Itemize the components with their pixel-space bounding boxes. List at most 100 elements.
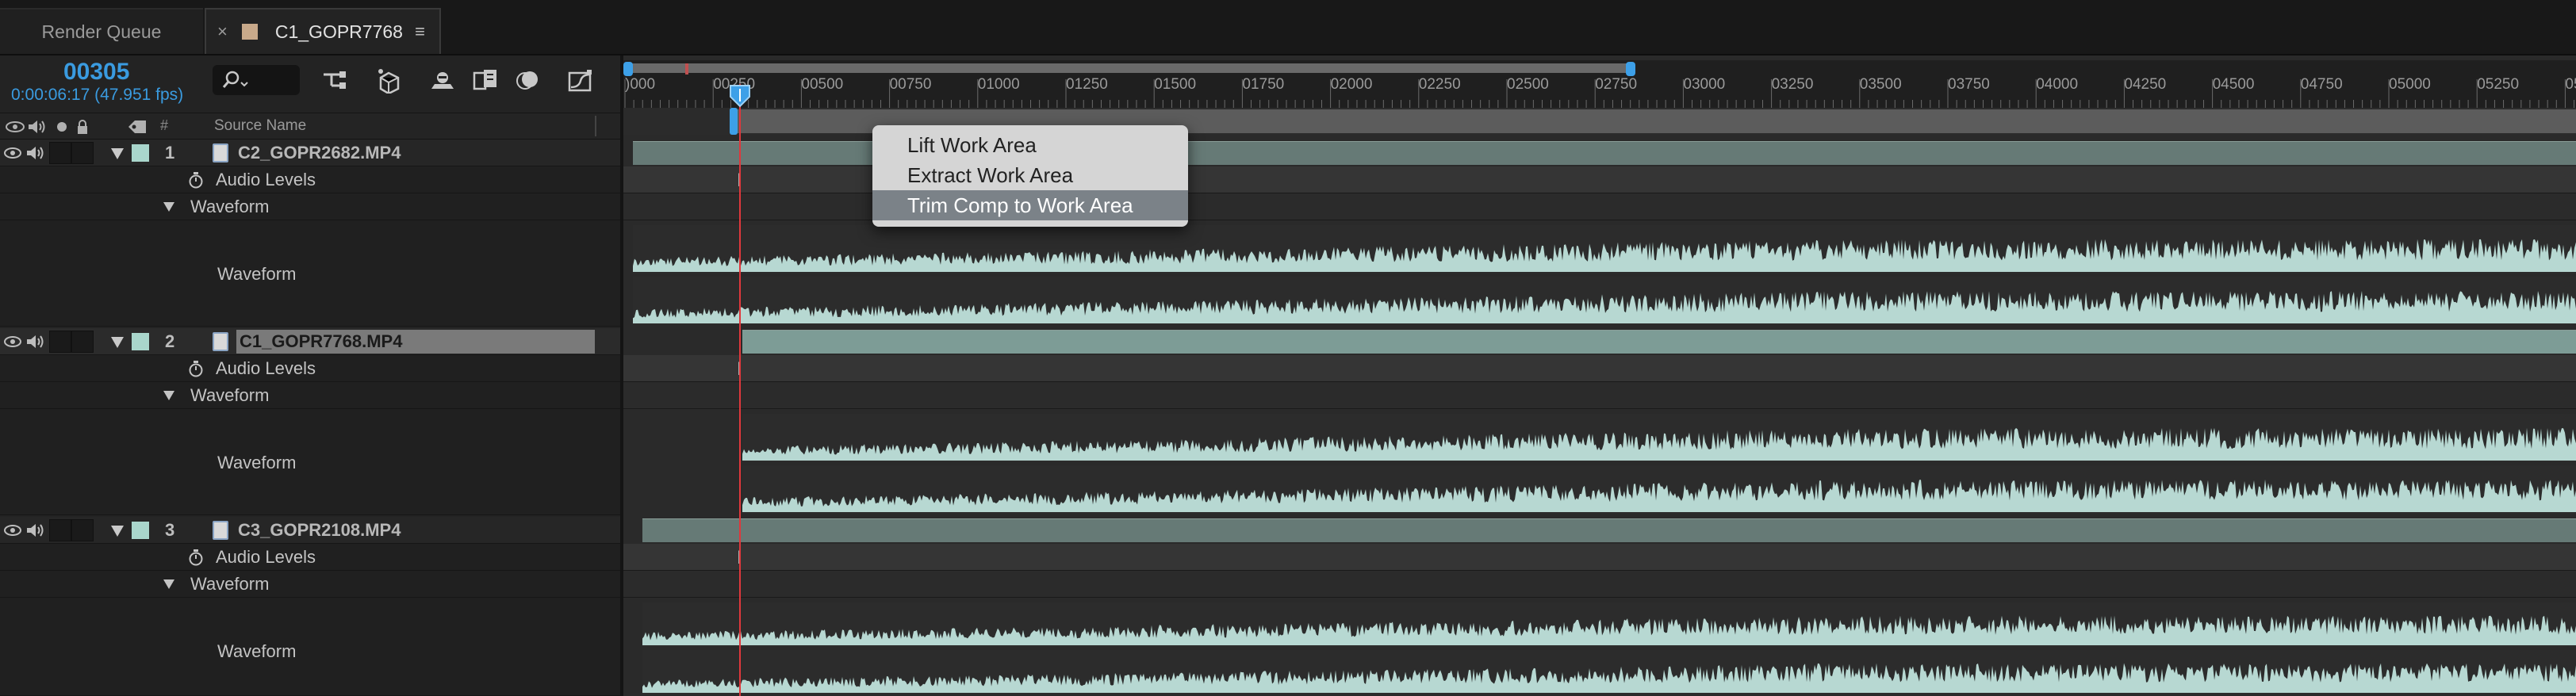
- expand-triangle-icon[interactable]: [111, 148, 124, 159]
- label-tag-header-icon: [128, 120, 146, 133]
- column-number-header[interactable]: #: [160, 117, 168, 134]
- column-divider[interactable]: [595, 116, 596, 136]
- draft-3d-icon[interactable]: [374, 67, 403, 94]
- waveform-property-row: [0, 598, 620, 696]
- current-time-frame[interactable]: 00305: [63, 59, 129, 86]
- expand-triangle-icon[interactable]: [111, 526, 124, 537]
- property-group-label-waveform: Waveform: [190, 197, 270, 216]
- ruler-tick-label: 01000: [977, 76, 1020, 93]
- frame-blending-icon[interactable]: [471, 67, 500, 94]
- footage-file-icon: [213, 143, 228, 163]
- stopwatch-icon[interactable]: [187, 171, 205, 189]
- composition-mini-flowchart-icon[interactable]: [320, 67, 349, 94]
- lock-toggle[interactable]: [71, 519, 94, 541]
- waveform-group-lane: [623, 571, 2576, 598]
- time-navigator-start-handle[interactable]: [623, 62, 633, 76]
- waveform-group-lane: [623, 382, 2576, 409]
- close-tab-icon[interactable]: ×: [217, 21, 228, 42]
- lock-toggle[interactable]: [71, 142, 94, 164]
- time-navigator-end-handle[interactable]: [1626, 62, 1635, 76]
- ruler-tick-label: 01250: [1066, 76, 1108, 93]
- ruler-tick-label: 05000: [2389, 76, 2431, 93]
- solo-toggle[interactable]: [49, 519, 71, 541]
- layer-3-waveform: [642, 602, 2576, 694]
- eye-icon[interactable]: [3, 522, 22, 538]
- layer-name-selected[interactable]: C1_GOPR7768.MP4: [236, 330, 595, 354]
- motion-blur-icon[interactable]: [514, 67, 542, 94]
- ruler-tick-label: 00500: [801, 76, 844, 93]
- ruler-tick-label: 055: [2565, 76, 2576, 93]
- solo-toggle[interactable]: [49, 142, 71, 164]
- layer-3-clip-bar[interactable]: [642, 518, 2576, 542]
- layer-2-clip-bar[interactable]: [742, 330, 2576, 354]
- property-group-row[interactable]: [0, 193, 620, 220]
- property-label-waveform: Waveform: [217, 641, 297, 661]
- ruler-tick-label: 05250: [2477, 76, 2520, 93]
- tab-render-queue-label: Render Queue: [41, 21, 162, 42]
- ruler-tick-label: 04750: [2300, 76, 2343, 93]
- layer-number: 1: [165, 143, 175, 163]
- label-color-swatch[interactable]: [132, 333, 149, 350]
- graph-editor-icon[interactable]: [566, 67, 595, 94]
- label-color-swatch[interactable]: [132, 522, 149, 539]
- stopwatch-icon[interactable]: [187, 360, 205, 377]
- property-label-audio-levels: Audio Levels: [216, 547, 316, 567]
- ruler-tick-label: 04250: [2124, 76, 2167, 93]
- ruler-tick-label: 00750: [889, 76, 932, 93]
- ruler-tick-label: 02500: [1507, 76, 1549, 93]
- ruler-tick-label: 03750: [1948, 76, 1990, 93]
- ruler-tick-label: )000: [625, 76, 656, 93]
- property-label-audio-levels: Audio Levels: [216, 358, 316, 378]
- footage-file-icon: [213, 521, 228, 540]
- search-icon: [222, 71, 248, 88]
- layer-1-waveform: [633, 225, 2576, 325]
- composition-color-swatch: [241, 24, 258, 40]
- ruler-tick-label: 02250: [1418, 76, 1461, 93]
- speaker-icon[interactable]: [25, 144, 46, 162]
- menu-item-lift-work-area[interactable]: Lift Work Area: [872, 130, 1188, 160]
- ruler-tick-label: 02750: [1595, 76, 1638, 93]
- expand-triangle-icon[interactable]: [163, 391, 174, 400]
- playhead-handle-icon[interactable]: [729, 84, 751, 108]
- menu-item-extract-work-area[interactable]: Extract Work Area: [872, 160, 1188, 190]
- layer-2-waveform: [742, 414, 2576, 514]
- ruler-tick-label: 04000: [2036, 76, 2079, 93]
- property-label-waveform: Waveform: [217, 453, 297, 472]
- playhead-line[interactable]: [739, 84, 741, 696]
- video-switch-header-icon: [6, 121, 25, 132]
- property-group-row[interactable]: [0, 382, 620, 409]
- ruler-tick-label: 02000: [1330, 76, 1373, 93]
- eye-icon[interactable]: [3, 334, 22, 350]
- audio-levels-lane: [623, 544, 2576, 571]
- tab-composition-label: C1_GOPR7768: [274, 21, 403, 42]
- layer-column-header: [0, 113, 620, 140]
- property-label-waveform: Waveform: [217, 264, 297, 284]
- menu-item-trim-comp-to-work-area[interactable]: Trim Comp to Work Area: [872, 190, 1188, 220]
- speaker-icon[interactable]: [25, 522, 46, 539]
- ruler-tick-label: 01500: [1154, 76, 1197, 93]
- work-area-marker: [685, 63, 688, 75]
- ruler-tick-label: 03250: [1771, 76, 1814, 93]
- solo-toggle[interactable]: [49, 331, 71, 353]
- time-navigator-range[interactable]: [627, 63, 1634, 73]
- layer-name[interactable]: C2_GOPR2682.MP4: [238, 143, 401, 163]
- solo-header-icon: [57, 122, 67, 132]
- shy-layers-icon[interactable]: [428, 67, 457, 94]
- lock-toggle[interactable]: [71, 331, 94, 353]
- ruler-tick-label: 03500: [1859, 76, 1902, 93]
- eye-icon[interactable]: [3, 145, 22, 161]
- work-area-start-handle[interactable]: [730, 108, 738, 135]
- tab-render-queue[interactable]: Render Queue: [0, 8, 203, 54]
- property-group-row[interactable]: [0, 571, 620, 598]
- layer-name[interactable]: C3_GOPR2108.MP4: [238, 520, 401, 541]
- ruler-tick-label: 04500: [2212, 76, 2255, 93]
- label-color-swatch[interactable]: [132, 144, 149, 162]
- panel-menu-icon[interactable]: ≡: [415, 21, 425, 42]
- speaker-icon[interactable]: [25, 333, 46, 350]
- expand-triangle-icon[interactable]: [111, 337, 124, 348]
- column-source-name-header[interactable]: Source Name: [214, 117, 306, 135]
- expand-triangle-icon[interactable]: [163, 202, 174, 212]
- expand-triangle-icon[interactable]: [163, 579, 174, 589]
- tab-composition[interactable]: × C1_GOPR7768 ≡: [205, 8, 441, 54]
- stopwatch-icon[interactable]: [187, 549, 205, 566]
